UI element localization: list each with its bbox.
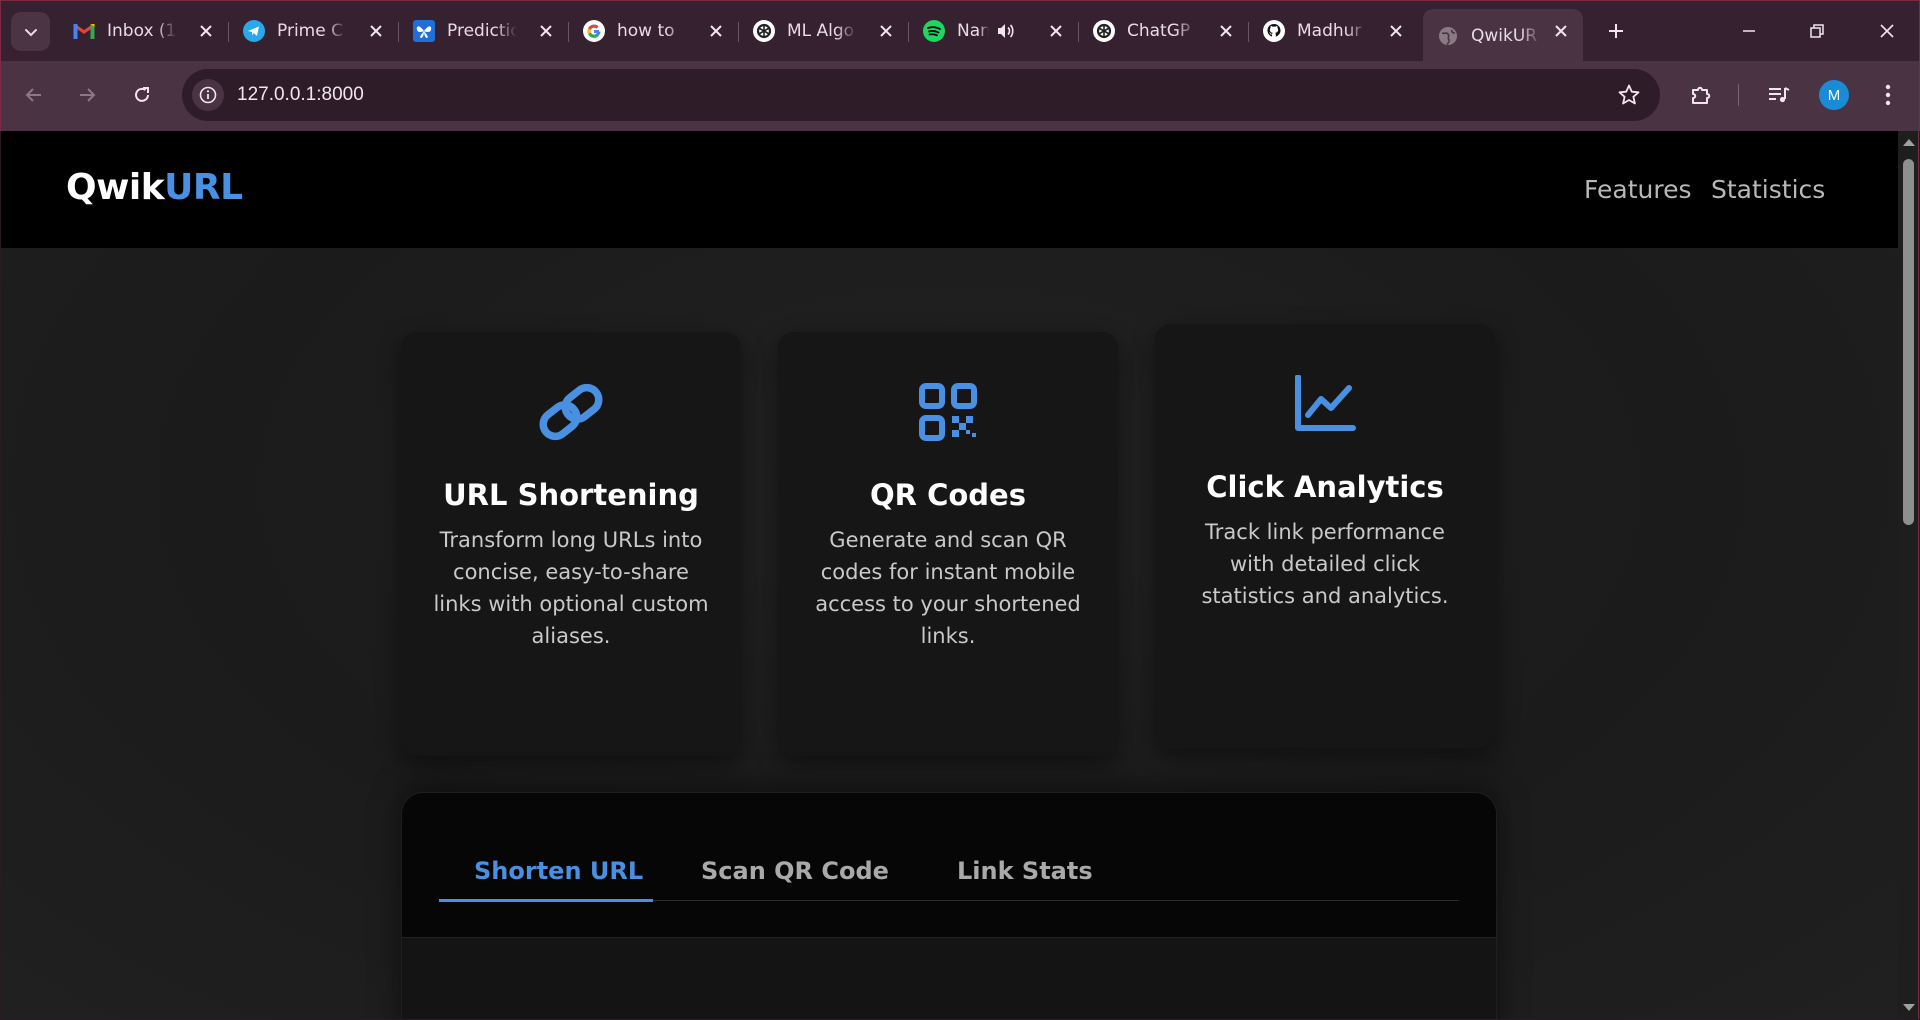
back-button[interactable] [16, 77, 52, 113]
profile-avatar[interactable]: M [1819, 80, 1849, 110]
close-icon[interactable] [706, 21, 726, 41]
tab-shorten-url[interactable]: Shorten URL [474, 857, 643, 885]
arrow-left-icon [25, 88, 41, 102]
new-tab-button[interactable] [1600, 15, 1632, 47]
tab-title: ChatGP [1127, 21, 1191, 41]
panel-content [402, 937, 1496, 1019]
minimize-icon [1743, 30, 1755, 32]
plus-icon [1609, 24, 1623, 38]
tab-link-stats[interactable]: Link Stats [957, 857, 1093, 885]
chevron-down-icon [24, 28, 37, 36]
feature-card: Click Analytics Track link performance w… [1155, 324, 1495, 748]
tab-title: Prime C [277, 21, 343, 41]
feature-card: QR Codes Generate and scan QR codes for … [778, 332, 1118, 756]
site-info-button[interactable] [192, 79, 224, 111]
close-icon[interactable] [366, 21, 386, 41]
tab-title: Madhur [1297, 21, 1362, 41]
browser-tab[interactable]: ChatGP [1079, 10, 1249, 52]
spotify-icon [923, 20, 945, 42]
google-icon [583, 20, 605, 42]
butterfly-icon [413, 20, 435, 42]
globe-icon [1437, 25, 1459, 47]
close-icon [1880, 24, 1894, 38]
close-icon[interactable] [1216, 21, 1236, 41]
github-icon [1263, 20, 1285, 42]
close-icon[interactable] [1386, 21, 1406, 41]
feature-title: Click Analytics [1206, 470, 1444, 504]
browser-tab[interactable]: Predictio [399, 10, 569, 52]
playlist-music-icon [1769, 87, 1790, 103]
reload-icon [135, 87, 149, 102]
qr-code-icon [912, 376, 984, 448]
tab-title: Nan [957, 21, 989, 41]
openai-icon [753, 20, 775, 42]
puzzle-icon [1692, 86, 1711, 104]
nav-link-features[interactable]: Features [1584, 175, 1692, 204]
browser-tab[interactable]: Nan [909, 10, 1079, 52]
scroll-down-arrow-icon[interactable] [1903, 1004, 1915, 1011]
brand-part-2: URL [164, 167, 243, 208]
browser-tab[interactable]: ML Algo [739, 10, 909, 52]
brand-part-1: Qwik [66, 167, 165, 208]
bookmark-star-button[interactable] [1616, 82, 1642, 108]
browser-tab[interactable]: Madhur [1249, 10, 1418, 52]
star-icon [1618, 84, 1640, 105]
browser-toolbar: 127.0.0.1:8000 M [0, 61, 1920, 131]
page-scrollbar[interactable] [1898, 131, 1919, 1019]
minimize-button[interactable] [1725, 11, 1773, 51]
extensions-button[interactable] [1684, 78, 1718, 112]
info-icon [199, 86, 217, 104]
action-panel: Shorten URL Scan QR Code Link Stats [401, 792, 1497, 1019]
feature-title: QR Codes [870, 478, 1026, 512]
close-icon[interactable] [536, 21, 556, 41]
tab-title: how to [617, 21, 675, 41]
restore-button[interactable] [1793, 11, 1841, 51]
close-icon[interactable] [1046, 21, 1066, 41]
close-icon[interactable] [1551, 21, 1571, 41]
tab-title: Inbox (1 [107, 21, 177, 41]
gmail-icon [73, 20, 95, 42]
brand-logo[interactable]: QwikURL [66, 167, 243, 208]
media-controls-button[interactable] [1762, 78, 1796, 112]
browser-menu-button[interactable] [1871, 78, 1905, 112]
tab-title: Predictio [447, 21, 517, 41]
nav-link-statistics[interactable]: Statistics [1711, 175, 1825, 204]
url-text[interactable]: 127.0.0.1:8000 [237, 84, 364, 106]
browser-tab[interactable]: Prime C [229, 10, 399, 52]
browser-tab[interactable]: Inbox (1 [59, 10, 229, 52]
feature-title: URL Shortening [443, 478, 699, 512]
telegram-icon [243, 20, 265, 42]
link-icon [535, 376, 607, 448]
tab-title: QwikUR [1471, 25, 1538, 46]
feature-description: Transform long URLs into concise, easy-t… [433, 528, 709, 648]
close-icon[interactable] [196, 21, 216, 41]
kebab-menu-icon [1885, 84, 1891, 106]
tab-title: ML Algo [787, 21, 855, 41]
tab-search-button[interactable] [11, 12, 50, 51]
active-tab-indicator [439, 899, 653, 902]
tab-scan-qr-code[interactable]: Scan QR Code [701, 857, 889, 885]
tab-strip: Inbox (1 Prime C Predictio how to ML Alg [0, 0, 1920, 62]
scroll-up-arrow-icon[interactable] [1903, 139, 1915, 146]
feature-card: URL Shortening Transform long URLs into … [401, 332, 741, 756]
toolbar-divider [1738, 84, 1739, 106]
page-viewport: QwikURL Features Statistics URL Shorteni… [1, 131, 1898, 1019]
arrow-right-icon [80, 88, 96, 102]
close-icon[interactable] [876, 21, 896, 41]
forward-button[interactable] [69, 77, 105, 113]
feature-description: Generate and scan QR codes for instant m… [815, 528, 1081, 648]
scroll-thumb[interactable] [1903, 159, 1914, 525]
line-chart-icon [1289, 368, 1361, 440]
address-bar[interactable]: 127.0.0.1:8000 [182, 69, 1660, 121]
restore-icon [1810, 24, 1824, 38]
speaker-icon[interactable] [995, 21, 1015, 41]
site-navbar: QwikURL Features Statistics [1, 131, 1898, 248]
browser-tab-active[interactable]: QwikUR [1423, 9, 1583, 62]
close-window-button[interactable] [1863, 11, 1911, 51]
feature-description: Track link performance with detailed cli… [1201, 520, 1449, 608]
openai-icon [1093, 20, 1115, 42]
browser-tab[interactable]: how to [569, 10, 739, 52]
reload-button[interactable] [124, 77, 160, 113]
